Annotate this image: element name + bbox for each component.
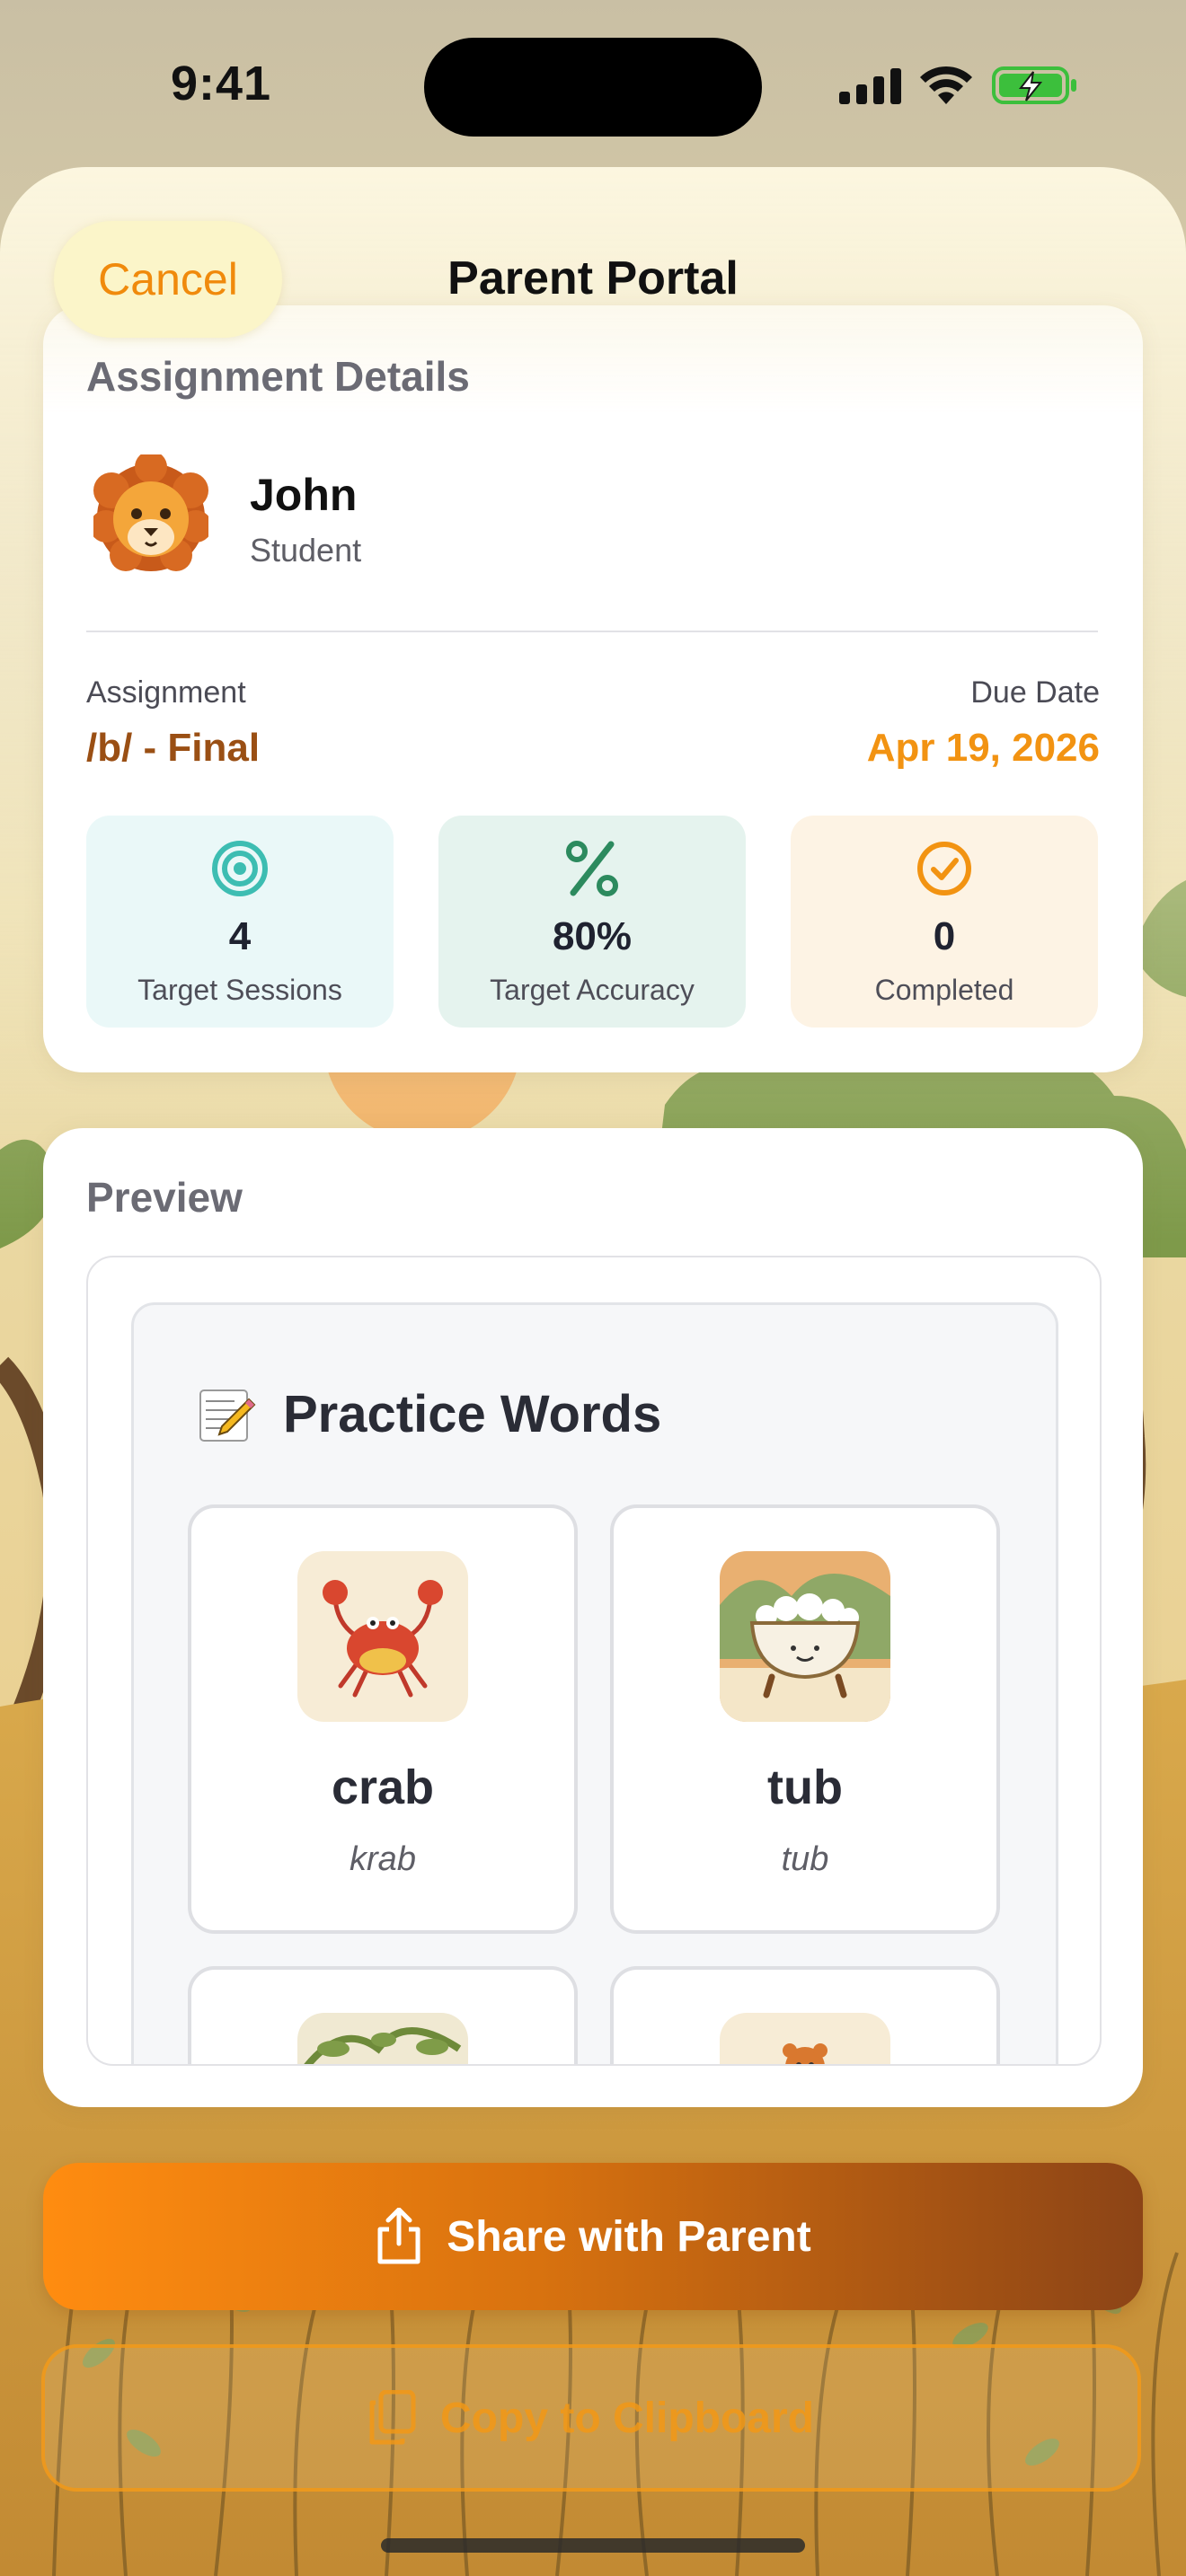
- word-card[interactable]: [610, 1966, 1000, 2064]
- assignment-details-card: Assignment Details John Student Assignme…: [43, 305, 1143, 1072]
- clipboard-icon: [369, 2390, 416, 2445]
- target-icon: [212, 841, 268, 896]
- web-image: [297, 2013, 468, 2064]
- stat-label: Target Accuracy: [490, 974, 695, 1006]
- memo-icon: [199, 1389, 256, 1442]
- stat-value: 80%: [552, 914, 633, 958]
- practice-words-panel: Practice Words crab krab tub tub: [131, 1302, 1058, 2064]
- word-card-crab[interactable]: crab krab: [188, 1504, 578, 1934]
- percent-icon: [566, 841, 618, 896]
- wifi-icon: [920, 66, 972, 104]
- share-icon: [377, 2208, 420, 2264]
- stat-target-accuracy: 80% Target Accuracy: [438, 816, 746, 1028]
- home-indicator[interactable]: [381, 2538, 805, 2553]
- copy-to-clipboard-button[interactable]: Copy to Clipboard: [41, 2344, 1141, 2492]
- stat-completed: 0 Completed: [791, 816, 1098, 1028]
- status-time: 9:41: [171, 57, 272, 110]
- word-pronunciation: tub: [781, 1840, 829, 1878]
- word-card[interactable]: [188, 1966, 578, 2064]
- word-text: tub: [767, 1760, 843, 1814]
- word-text: crab: [331, 1760, 435, 1814]
- preview-card: Preview Practice Words crab krab tub tub: [43, 1128, 1143, 2107]
- status-bar: 9:41: [0, 0, 1186, 171]
- due-date-value: Apr 19, 2026: [866, 726, 1100, 770]
- checkmark-circle-icon: [917, 842, 971, 895]
- section-header-details: Assignment Details: [86, 353, 470, 400]
- stat-label: Completed: [874, 974, 1014, 1006]
- page-title: Parent Portal: [447, 252, 739, 304]
- copy-button-label: Copy to Clipboard: [440, 2394, 814, 2442]
- assignment-label: Assignment: [86, 675, 246, 710]
- preview-scroll-area[interactable]: Practice Words crab krab tub tub: [86, 1256, 1102, 2066]
- due-date-label: Due Date: [970, 675, 1100, 710]
- crab-image: [297, 1551, 468, 1722]
- dynamic-island: [424, 38, 762, 137]
- share-with-parent-button[interactable]: Share with Parent: [43, 2163, 1143, 2310]
- cellular-signal-icon: [839, 68, 901, 104]
- student-name: John: [250, 470, 358, 520]
- stat-label: Target Sessions: [137, 974, 342, 1006]
- lion-face-icon: [93, 454, 208, 571]
- share-button-label: Share with Parent: [447, 2212, 811, 2261]
- cub-image: [720, 2013, 890, 2064]
- word-card-tub[interactable]: tub tub: [610, 1504, 1000, 1934]
- stat-target-sessions: 4 Target Sessions: [86, 816, 394, 1028]
- stat-value: 0: [933, 914, 956, 958]
- divider: [86, 631, 1098, 632]
- word-pronunciation: krab: [350, 1840, 416, 1878]
- student-role: Student: [250, 532, 362, 569]
- assignment-value: /b/ - Final: [86, 726, 261, 770]
- section-header-preview: Preview: [86, 1174, 243, 1221]
- stat-value: 4: [228, 914, 252, 958]
- tub-image: [720, 1551, 890, 1722]
- practice-words-label: Practice Words: [283, 1385, 662, 1443]
- battery-charging-icon: [992, 66, 1076, 104]
- practice-words-title: Practice Words: [199, 1384, 661, 1444]
